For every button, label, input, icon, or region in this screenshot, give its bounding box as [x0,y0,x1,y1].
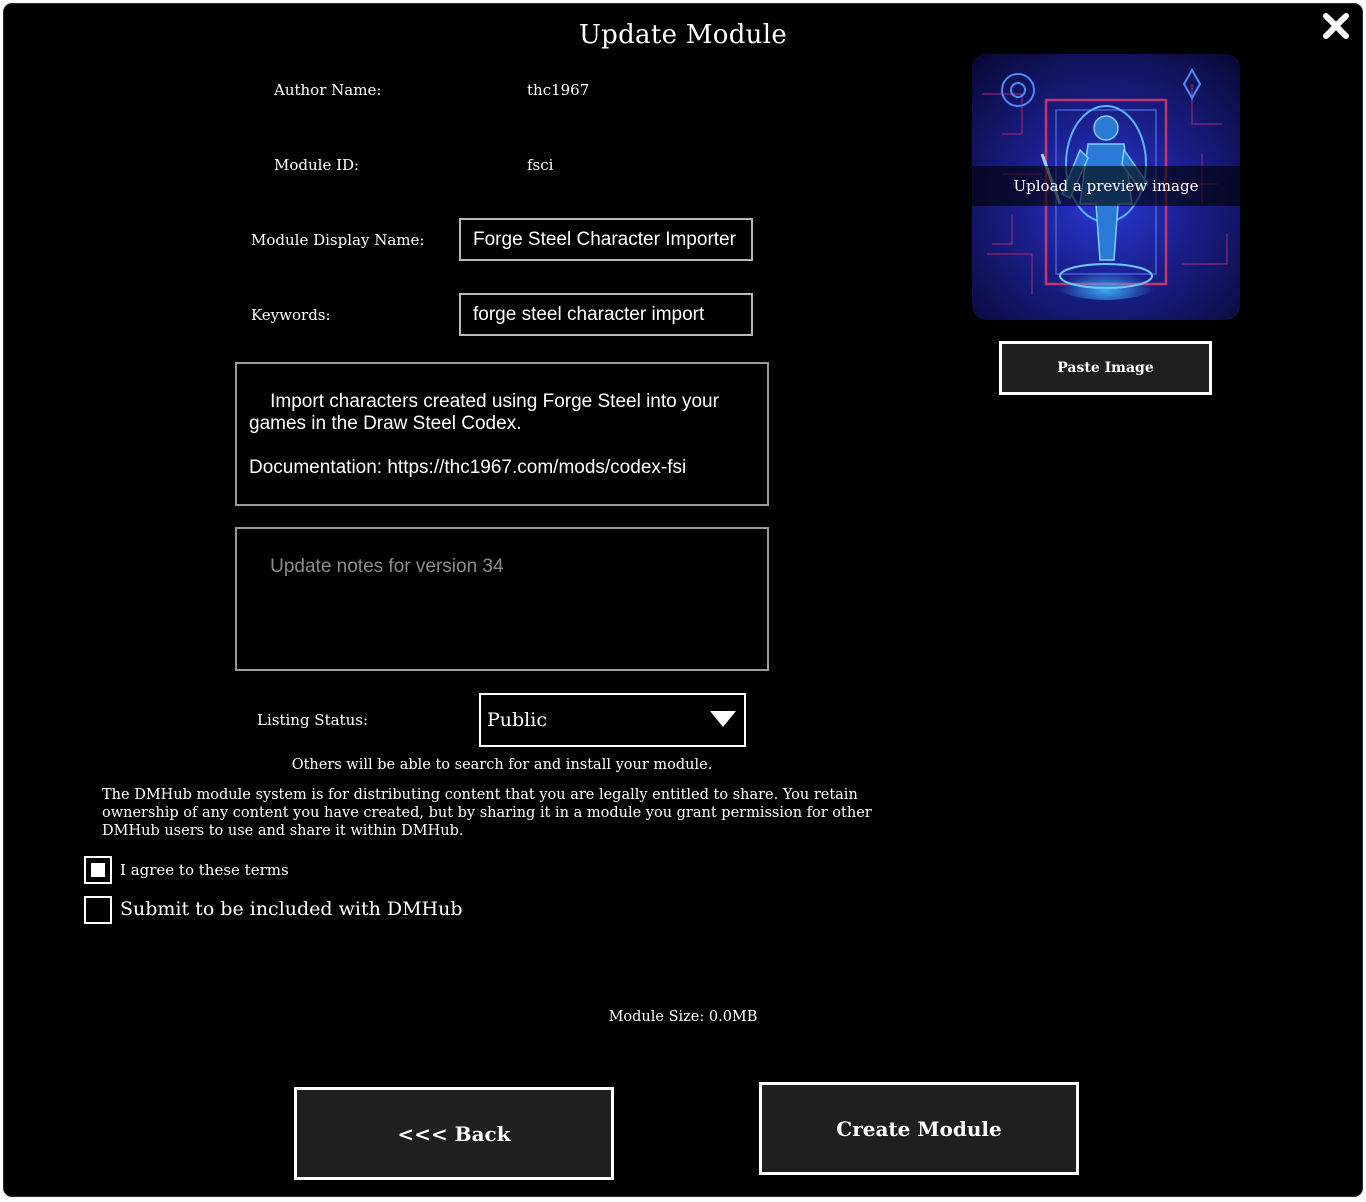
module-id-value: fsci [527,156,554,174]
preview-image-upload[interactable]: Upload a preview image [972,54,1240,320]
keywords-label: Keywords: [251,306,331,324]
dialog-title: Update Module [578,20,788,50]
upload-preview-label: Upload a preview image [972,166,1240,206]
listing-status-label: Listing Status: [257,711,368,729]
terms-text: The DMHub module system is for distribut… [102,787,872,839]
update-notes-placeholder: Update notes for version 34 [270,556,504,577]
display-name-value: Forge Steel Character Importer [473,228,736,250]
create-module-button[interactable]: Create Module [759,1082,1079,1175]
keywords-value: forge steel character import [473,303,705,325]
display-name-label: Module Display Name: [251,231,425,249]
submit-dmhub-checkbox[interactable] [84,896,112,924]
update-module-dialog: Update Module Author Name: thc1967 Modul… [4,4,1362,1196]
listing-status-info: Others will be able to search for and in… [291,757,713,773]
author-name-value: thc1967 [527,81,590,99]
description-textarea[interactable]: Import characters created using Forge St… [235,362,769,506]
back-button[interactable]: <<< Back [294,1087,614,1180]
display-name-input[interactable]: Forge Steel Character Importer [459,218,753,261]
paste-image-label: Paste Image [1057,360,1154,376]
keywords-input[interactable]: forge steel character import [459,293,753,336]
close-icon[interactable] [1318,8,1354,44]
agree-terms-checkbox[interactable] [84,856,112,884]
triangle-down-icon [710,711,736,727]
listing-status-dropdown[interactable]: Public [479,693,746,747]
module-size-text: Module Size: 0.0MB [608,1009,758,1025]
author-name-label: Author Name: [274,81,382,99]
submit-dmhub-label: Submit to be included with DMHub [120,898,463,920]
agree-terms-label: I agree to these terms [120,861,289,879]
create-module-label: Create Module [836,1116,1002,1141]
listing-status-value: Public [487,709,547,731]
module-id-label: Module ID: [274,156,360,174]
paste-image-button[interactable]: Paste Image [999,341,1212,395]
description-value: Import characters created using Forge St… [249,391,719,478]
back-button-label: <<< Back [397,1121,511,1146]
update-notes-textarea[interactable]: Update notes for version 34 [235,527,769,671]
